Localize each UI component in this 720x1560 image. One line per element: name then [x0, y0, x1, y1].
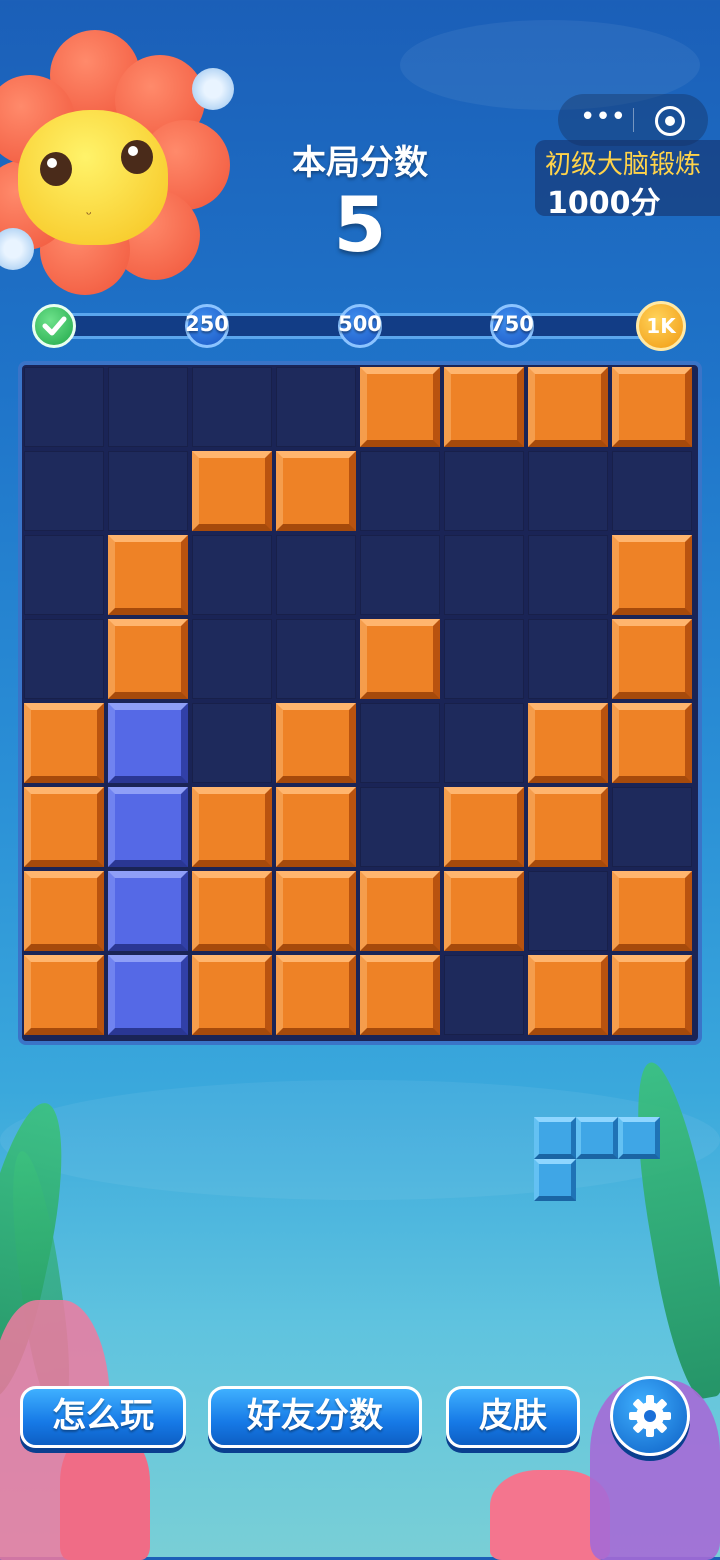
board-cell-empty[interactable] [192, 367, 272, 447]
board-cell-empty[interactable] [192, 535, 272, 615]
settings-button[interactable] [610, 1376, 690, 1456]
capsule-divider [633, 108, 634, 132]
mini-program-capsule: ••• [558, 94, 708, 146]
block-orange[interactable] [528, 787, 608, 867]
board-cell-empty[interactable] [108, 367, 188, 447]
block-blue[interactable] [108, 955, 188, 1035]
goal-marker: 1K [636, 301, 686, 351]
block-orange[interactable] [360, 955, 440, 1035]
more-dots-icon[interactable]: ••• [578, 104, 628, 136]
block-orange[interactable] [528, 703, 608, 783]
board-cell-empty[interactable] [360, 535, 440, 615]
skins-button[interactable]: 皮肤 [446, 1386, 580, 1448]
board-cell-empty[interactable] [360, 451, 440, 531]
block-orange[interactable] [192, 787, 272, 867]
block-orange[interactable] [528, 955, 608, 1035]
target-close-icon[interactable] [655, 106, 685, 136]
block-orange[interactable] [24, 871, 104, 951]
board-cell-empty[interactable] [24, 535, 104, 615]
board-cell-empty[interactable] [192, 619, 272, 699]
block-blue[interactable] [108, 871, 188, 951]
milestone-label: 250 [185, 312, 229, 336]
coral-decoration [60, 1430, 150, 1560]
board-cell-empty[interactable] [528, 619, 608, 699]
block-orange[interactable] [360, 871, 440, 951]
board-cell-empty[interactable] [528, 871, 608, 951]
block-orange[interactable] [612, 955, 692, 1035]
gear-icon [629, 1395, 671, 1437]
block-orange[interactable] [528, 367, 608, 447]
board-cell-empty[interactable] [444, 703, 524, 783]
board-cell-empty[interactable] [444, 619, 524, 699]
next-piece[interactable] [534, 1117, 660, 1201]
board-cell-empty[interactable] [276, 367, 356, 447]
board-cell-empty[interactable] [528, 451, 608, 531]
next-piece-block[interactable] [618, 1117, 660, 1159]
block-orange[interactable] [192, 955, 272, 1035]
board-cell-empty[interactable] [444, 535, 524, 615]
board-cell-empty[interactable] [24, 451, 104, 531]
block-orange[interactable] [276, 787, 356, 867]
block-orange[interactable] [192, 451, 272, 531]
game-board[interactable] [18, 361, 702, 1045]
block-orange[interactable] [276, 451, 356, 531]
block-orange[interactable] [612, 871, 692, 951]
next-piece-block[interactable] [534, 1117, 576, 1159]
small-flower-icon [192, 68, 234, 110]
board-cell-empty[interactable] [612, 787, 692, 867]
block-orange[interactable] [24, 703, 104, 783]
board-cell-empty[interactable] [24, 619, 104, 699]
block-blue[interactable] [108, 787, 188, 867]
board-cell-empty[interactable] [444, 451, 524, 531]
block-orange[interactable] [276, 871, 356, 951]
check-icon [32, 304, 76, 348]
how-to-play-button[interactable]: 怎么玩 [20, 1386, 186, 1448]
board-cell-empty[interactable] [276, 535, 356, 615]
board-cell-empty[interactable] [360, 703, 440, 783]
board-cell-empty[interactable] [444, 955, 524, 1035]
board-cell-empty[interactable] [276, 619, 356, 699]
board-cell-empty[interactable] [192, 703, 272, 783]
friend-scores-button[interactable]: 好友分数 [208, 1386, 422, 1448]
block-orange[interactable] [612, 535, 692, 615]
board-cell-empty[interactable] [24, 367, 104, 447]
board-cell-empty[interactable] [528, 535, 608, 615]
board-cell-empty[interactable] [612, 451, 692, 531]
board-cell-empty[interactable] [360, 787, 440, 867]
block-orange[interactable] [108, 535, 188, 615]
block-orange[interactable] [444, 787, 524, 867]
block-orange[interactable] [24, 955, 104, 1035]
level-name: 初级大脑锻炼 [545, 150, 702, 180]
block-orange[interactable] [612, 367, 692, 447]
level-target: 1000分 [547, 186, 661, 221]
block-orange[interactable] [360, 367, 440, 447]
block-orange[interactable] [360, 619, 440, 699]
next-piece-block[interactable] [534, 1159, 576, 1201]
block-orange[interactable] [612, 703, 692, 783]
block-orange[interactable] [444, 871, 524, 951]
milestone-label: 750 [490, 312, 534, 336]
milestone-label: 500 [338, 312, 382, 336]
block-orange[interactable] [612, 619, 692, 699]
block-orange[interactable] [276, 703, 356, 783]
board-cell-empty[interactable] [108, 451, 188, 531]
next-piece-block[interactable] [576, 1117, 618, 1159]
level-panel: 初级大脑锻炼 1000分 [535, 140, 720, 221]
block-orange[interactable] [276, 955, 356, 1035]
block-orange[interactable] [24, 787, 104, 867]
block-blue[interactable] [108, 703, 188, 783]
block-orange[interactable] [444, 367, 524, 447]
block-orange[interactable] [192, 871, 272, 951]
block-orange[interactable] [108, 619, 188, 699]
